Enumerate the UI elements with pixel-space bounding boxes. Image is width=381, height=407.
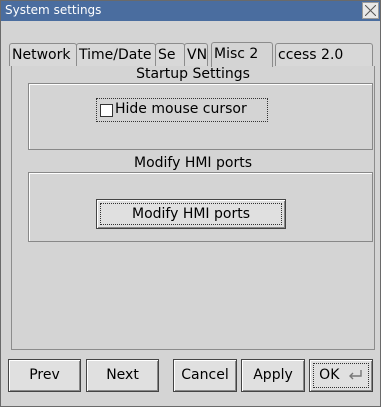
hide-mouse-cursor-checkbox[interactable]: Hide mouse cursor [96, 98, 268, 122]
next-button[interactable]: Next [86, 359, 159, 392]
prev-label: Prev [29, 367, 60, 383]
tab-network[interactable]: Network [9, 43, 77, 66]
tab-misc-2[interactable]: Misc 2 [211, 42, 273, 67]
ok-button[interactable]: OK [309, 359, 373, 392]
apply-button[interactable]: Apply [241, 359, 305, 392]
tab-time-date[interactable]: Time/Date [76, 43, 156, 66]
window-title: System settings [5, 3, 102, 17]
modify-hmi-heading: Modify HMI ports [133, 155, 252, 171]
close-button[interactable] [362, 2, 379, 19]
settings-window: System settings Network Time/Date Se VN … [0, 0, 381, 407]
tab-label: VN [187, 47, 208, 63]
cancel-button[interactable]: Cancel [173, 359, 237, 392]
tab-label: Misc 2 [214, 46, 259, 62]
checkbox-box[interactable] [100, 104, 113, 117]
tab-vnc[interactable]: VN [184, 43, 208, 66]
cancel-label: Cancel [181, 367, 229, 383]
enter-key-icon [348, 370, 362, 380]
tab-label: Network [12, 47, 71, 63]
close-icon [365, 5, 376, 16]
tab-bar: Network Time/Date Se VN Misc 2 ccess 2.0 [9, 42, 375, 67]
tab-label: ccess 2.0 [278, 47, 344, 63]
tab-access-2[interactable]: ccess 2.0 [275, 43, 373, 66]
tab-security[interactable]: Se [155, 43, 185, 66]
modify-hmi-ports-label: Modify HMI ports [131, 206, 250, 222]
modify-hmi-ports-button[interactable]: Modify HMI ports [96, 199, 286, 229]
hide-mouse-cursor-label: Hide mouse cursor [115, 101, 247, 117]
next-label: Next [106, 367, 139, 383]
tab-label: Time/Date [79, 47, 152, 63]
ok-label: OK [319, 367, 340, 383]
startup-settings-heading: Startup Settings [136, 66, 250, 82]
title-bar[interactable]: System settings [1, 1, 380, 21]
apply-label: Apply [253, 367, 293, 383]
tab-label: Se [158, 47, 176, 63]
prev-button[interactable]: Prev [8, 359, 81, 392]
